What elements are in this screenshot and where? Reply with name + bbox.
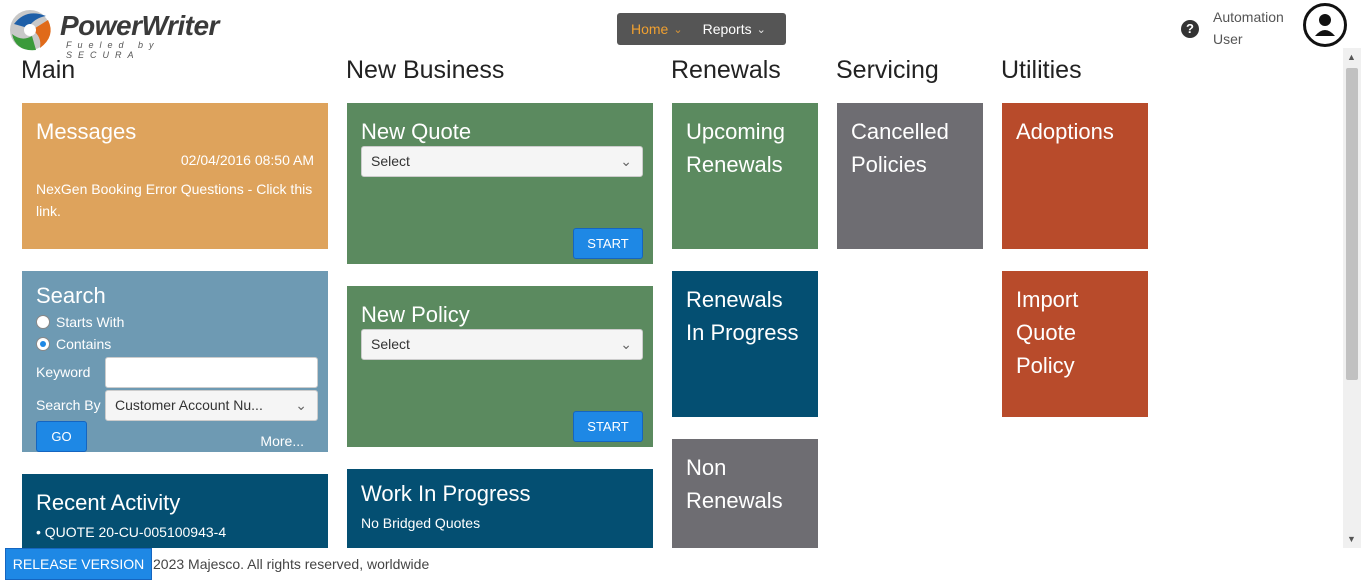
work-in-progress-text: No Bridged Quotes: [361, 515, 481, 531]
logo-text: PowerWriter: [60, 10, 219, 41]
recent-activity-title: Recent Activity: [36, 490, 181, 515]
search-by-select[interactable]: Customer Account Nu... ⌄: [105, 390, 318, 421]
contains-label: Contains: [56, 336, 112, 352]
section-title-new-business: New Business: [346, 56, 505, 84]
chevron-down-icon: ⌄: [756, 23, 766, 36]
work-in-progress-title: Work In Progress: [361, 481, 531, 506]
message-date: 02/04/2016 08:50 AM: [180, 152, 314, 168]
logo-tagline: Fueled by SECURA: [66, 40, 160, 60]
powerwriter-logo[interactable]: PowerWriter Fueled by SECURA: [6, 6, 238, 60]
chevron-down-icon: ⌄: [620, 336, 632, 352]
help-icon[interactable]: ?: [1181, 20, 1199, 38]
main-nav: Home ⌄ Reports ⌄: [617, 13, 786, 45]
message-link[interactable]: NexGen Booking Error Questions - Click t…: [36, 178, 314, 222]
non-renewals-tile[interactable]: Non Renewals: [672, 439, 818, 548]
new-quote-tile: New Quote Select ⌄ START: [347, 103, 653, 264]
cancelled-policies-title: Cancelled Policies: [851, 119, 949, 177]
search-title: Search: [36, 283, 106, 308]
adoptions-tile[interactable]: Adoptions: [1002, 103, 1148, 249]
renewals-in-progress-title: Renewals In Progress: [686, 287, 799, 345]
release-version-button[interactable]: RELEASE VERSION: [5, 548, 152, 580]
logo-swirl-icon: [10, 10, 51, 51]
search-by-value: Customer Account Nu...: [115, 397, 263, 413]
new-policy-select[interactable]: Select ⌄: [361, 329, 643, 360]
nav-reports-label: Reports: [702, 21, 752, 37]
adoptions-title: Adoptions: [1016, 119, 1114, 144]
cancelled-policies-tile[interactable]: Cancelled Policies: [837, 103, 983, 249]
new-quote-title: New Quote: [361, 119, 472, 144]
nav-reports[interactable]: Reports ⌄: [693, 13, 776, 45]
new-policy-start-button[interactable]: START: [573, 411, 643, 442]
new-quote-select-value: Select: [371, 153, 410, 169]
more-link[interactable]: More...: [260, 433, 304, 449]
recent-activity-item-label: QUOTE 20-CU-005100943-4: [44, 524, 227, 540]
radio-contains-control[interactable]: [36, 337, 50, 351]
new-quote-select[interactable]: Select ⌄: [361, 146, 643, 177]
upcoming-renewals-tile[interactable]: Upcoming Renewals: [672, 103, 818, 249]
import-quote-policy-tile[interactable]: Import Quote Policy: [1002, 271, 1148, 417]
search-tile: Search Starts With Contains Keyword Sear…: [22, 271, 328, 452]
recent-activity-item[interactable]: • QUOTE 20-CU-005100943-4: [36, 524, 314, 540]
section-title-main: Main: [21, 56, 76, 84]
new-quote-start-button[interactable]: START: [573, 228, 643, 259]
renewals-in-progress-tile[interactable]: Renewals In Progress: [672, 271, 818, 417]
user-name[interactable]: Automation User: [1213, 6, 1303, 50]
copyright-text: 2023 Majesco. All rights reserved, world…: [153, 556, 430, 572]
section-title-servicing: Servicing: [836, 56, 939, 84]
non-renewals-title: Non Renewals: [686, 455, 783, 513]
new-policy-title: New Policy: [361, 302, 470, 327]
search-by-label: Search By: [36, 397, 101, 413]
scroll-down-icon[interactable]: ▼: [1347, 534, 1356, 544]
radio-contains[interactable]: Contains: [36, 333, 314, 355]
messages-tile[interactable]: Messages 02/04/2016 08:50 AM NexGen Book…: [22, 103, 328, 249]
bullet-icon: •: [36, 524, 45, 540]
scroll-up-icon[interactable]: ▲: [1347, 52, 1356, 62]
radio-starts-with[interactable]: Starts With: [36, 311, 314, 333]
upcoming-renewals-title: Upcoming Renewals: [686, 119, 786, 177]
chevron-down-icon: ⌄: [620, 153, 632, 169]
nav-home-label: Home: [631, 21, 669, 37]
page-scrollbar[interactable]: ▲ ▼: [1343, 48, 1361, 548]
header: PowerWriter Fueled by SECURA Home ⌄ Repo…: [0, 0, 1366, 60]
new-policy-tile: New Policy Select ⌄ START: [347, 286, 653, 447]
nav-home[interactable]: Home ⌄: [617, 13, 693, 45]
section-title-renewals: Renewals: [671, 56, 781, 84]
work-in-progress-tile[interactable]: Work In Progress No Bridged Quotes: [347, 469, 653, 548]
keyword-label: Keyword: [36, 364, 91, 380]
messages-title: Messages: [36, 119, 137, 144]
chevron-down-icon: ⌄: [295, 397, 307, 413]
scrollbar-thumb[interactable]: [1346, 68, 1358, 380]
section-title-utilities: Utilities: [1001, 56, 1082, 84]
keyword-input[interactable]: [105, 357, 318, 388]
go-button[interactable]: GO: [36, 421, 87, 452]
import-quote-policy-title: Import Quote Policy: [1016, 287, 1079, 378]
chevron-down-icon: ⌄: [673, 23, 683, 36]
recent-activity-tile: Recent Activity • QUOTE 20-CU-005100943-…: [22, 474, 328, 548]
person-icon: [1315, 14, 1335, 36]
starts-with-label: Starts With: [56, 314, 125, 330]
user-avatar-icon[interactable]: [1303, 3, 1347, 47]
new-policy-select-value: Select: [371, 336, 410, 352]
radio-starts-with-control[interactable]: [36, 315, 50, 329]
